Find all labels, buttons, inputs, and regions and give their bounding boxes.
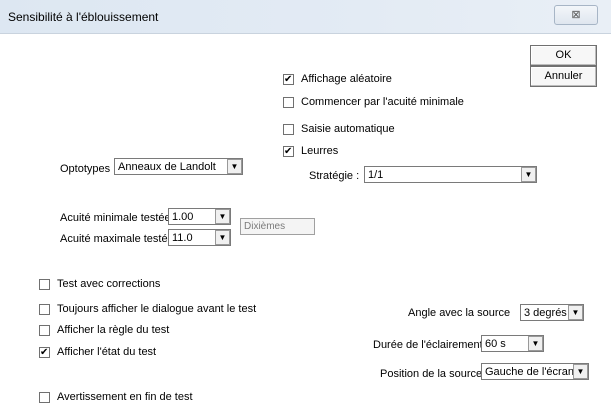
test-corrections-checkbox[interactable]: Test avec corrections [39, 277, 160, 291]
acuity-unit: Dixièmes [240, 218, 315, 235]
duration-select[interactable]: 60 s ▼ [481, 335, 544, 352]
always-dialog-label: Toujours afficher le dialogue avant le t… [57, 303, 257, 315]
chevron-down-icon[interactable]: ▼ [227, 159, 242, 174]
max-acuity-select[interactable]: 11.0 ▼ [168, 229, 231, 246]
end-warning-label: Avertissement en fin de test [57, 391, 193, 403]
max-acuity-label: Acuité maximale testée : [60, 233, 180, 245]
angle-label: Angle avec la source [408, 307, 511, 319]
start-min-acuity-check[interactable] [283, 96, 294, 108]
auto-entry-checkbox[interactable]: Saisie automatique [283, 122, 395, 136]
strategy-value: 1/1 [368, 168, 384, 181]
auto-entry-check[interactable] [283, 123, 294, 135]
position-value: Gauche de l'écran [485, 365, 573, 378]
decoys-check[interactable] [283, 145, 294, 157]
random-display-label: Affichage aléatoire [301, 73, 392, 85]
strategy-select[interactable]: 1/1 ▼ [364, 166, 537, 183]
min-acuity-select[interactable]: 1.00 ▼ [168, 208, 231, 225]
position-select[interactable]: Gauche de l'écran ▼ [481, 363, 589, 380]
decoys-checkbox[interactable]: Leurres [283, 144, 338, 158]
end-warning-checkbox[interactable]: Avertissement en fin de test [39, 390, 193, 404]
start-min-acuity-label: Commencer par l'acuité minimale [301, 96, 464, 108]
chevron-down-icon[interactable]: ▼ [573, 364, 588, 379]
dialog-body: OK Annuler Affichage aléatoire Commencer… [8, 34, 611, 408]
show-rule-check[interactable] [39, 324, 50, 336]
strategy-label: Stratégie : [309, 170, 360, 182]
chevron-down-icon[interactable]: ▼ [215, 230, 230, 245]
show-state-check[interactable] [39, 346, 50, 358]
always-dialog-check[interactable] [39, 303, 50, 315]
optotypes-select[interactable]: Anneaux de Landolt ▼ [114, 158, 243, 175]
auto-entry-label: Saisie automatique [301, 123, 395, 135]
end-warning-check[interactable] [39, 391, 50, 403]
random-display-check[interactable] [283, 73, 294, 85]
chevron-down-icon[interactable]: ▼ [568, 305, 583, 320]
min-acuity-label: Acuité minimale testée : [60, 212, 177, 224]
always-dialog-checkbox[interactable]: Toujours afficher le dialogue avant le t… [39, 302, 256, 316]
decoys-label: Leurres [301, 145, 339, 157]
test-corrections-check[interactable] [39, 278, 50, 290]
chevron-down-icon[interactable]: ▼ [215, 209, 230, 224]
chevron-down-icon[interactable]: ▼ [521, 167, 536, 182]
start-min-acuity-checkbox[interactable]: Commencer par l'acuité minimale [283, 95, 464, 109]
random-display-checkbox[interactable]: Affichage aléatoire [283, 72, 392, 86]
show-rule-label: Afficher la règle du test [57, 324, 170, 336]
duration-value: 60 s [485, 337, 506, 350]
optotypes-label: Optotypes : [60, 163, 117, 175]
test-corrections-label: Test avec corrections [57, 278, 161, 290]
optotypes-value: Anneaux de Landolt [118, 160, 216, 173]
angle-value: 3 degrés [524, 306, 567, 319]
ok-button[interactable]: OK [530, 45, 597, 66]
window-title: Sensibilité à l'éblouissement [8, 10, 159, 24]
close-icon[interactable]: ⊠ [571, 9, 580, 21]
show-state-label: Afficher l'état du test [57, 346, 157, 358]
show-rule-checkbox[interactable]: Afficher la règle du test [39, 323, 169, 337]
show-state-checkbox[interactable]: Afficher l'état du test [39, 345, 156, 359]
title-bar: Sensibilité à l'éblouissement ⊠ [0, 0, 611, 34]
close-button[interactable]: ⊠ [554, 5, 598, 25]
chevron-down-icon[interactable]: ▼ [528, 336, 543, 351]
duration-label: Durée de l'éclairement [373, 339, 483, 351]
min-acuity-value: 1.00 [172, 210, 194, 223]
angle-select[interactable]: 3 degrés ▼ [520, 304, 584, 321]
position-label: Position de la source [380, 368, 483, 380]
cancel-button[interactable]: Annuler [530, 66, 597, 87]
max-acuity-value: 11.0 [172, 231, 193, 244]
